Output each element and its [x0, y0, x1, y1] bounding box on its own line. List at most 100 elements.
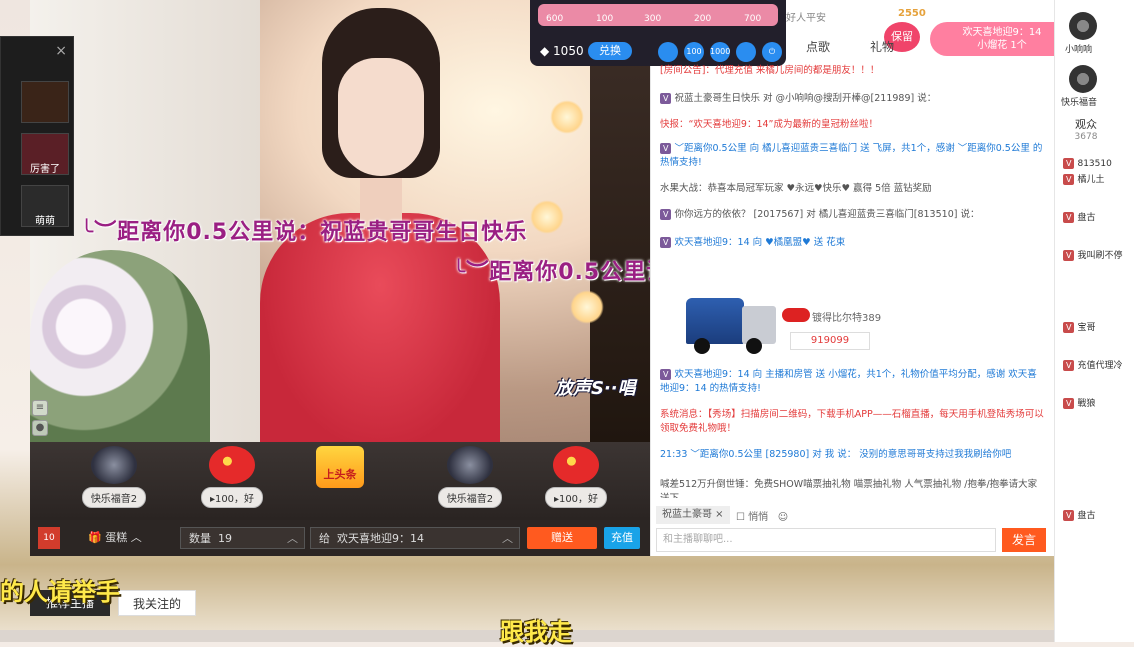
- streamer-dress: [260, 213, 500, 442]
- chat-target-label: 祝蓝土豪哥: [662, 509, 712, 520]
- gift-price: 200: [694, 14, 712, 24]
- audience-name: 宝哥: [1077, 323, 1096, 333]
- chat-message-text: 21:33 ﹀距离你0.5公里 [825980] 对 我 说： 没别的意思哥哥支…: [660, 449, 1012, 460]
- gift-price-row[interactable]: 600 100 300 200 700: [538, 4, 778, 26]
- gift-item[interactable]: 厉害了: [21, 133, 69, 175]
- video-mini-controls: ≡ ●: [32, 400, 50, 440]
- truck-gift-count: 919099: [790, 332, 870, 350]
- chat-message: 21:33 ﹀距离你0.5公里 [825980] 对 我 说： 没别的意思哥哥支…: [660, 448, 1045, 462]
- power-icon[interactable]: ⏻: [762, 42, 782, 62]
- promo-line: 小熘花 1个: [977, 40, 1027, 51]
- quantity-value: 19: [218, 532, 232, 545]
- tab-song-request[interactable]: 点歌: [806, 38, 830, 55]
- audience-row[interactable]: V 充值代理冷: [1063, 358, 1129, 372]
- close-icon[interactable]: ×: [55, 43, 67, 59]
- chat-message: 快报：“欢天喜地迎9：14”成为最新的皇冠粉丝啦！: [660, 119, 878, 130]
- chat-log[interactable]: [房间公告]：代理充值 来橘儿房间的都是朋友！！！ V 祝蓝土豪哥生日快乐 对 @…: [656, 62, 1048, 498]
- quantity-selector[interactable]: 数量 19 ︿: [180, 527, 305, 549]
- gift-label: 萌萌: [35, 216, 55, 227]
- chat-message: V 你你远方的依依？ [2017567] 对 橘儿喜迎蓝贵三喜临门[813510]…: [660, 208, 1045, 222]
- tab-following[interactable]: 我关注的: [118, 590, 196, 616]
- gift-price: 700: [744, 14, 762, 24]
- recharge-button[interactable]: 充值: [604, 527, 640, 549]
- level-badge: V: [660, 237, 672, 248]
- level-badge: V: [660, 143, 672, 154]
- left-gift-panel: × 厉害了 萌萌: [0, 36, 74, 236]
- gift-type-label: 蛋糕: [105, 531, 128, 544]
- quick-gift-tray: 600 100 300 200 700 ◆ 1050 兑换 100 1000 ⏻: [530, 0, 786, 66]
- audience-row[interactable]: V 我叫刷不停: [1063, 248, 1129, 262]
- level-badge: V: [1063, 250, 1075, 261]
- audience-top: 小响响 快乐福音: [1061, 12, 1097, 108]
- recipient-value: 欢天喜地迎9：14: [337, 532, 424, 545]
- video-lamp: [530, 200, 564, 234]
- tab-audience[interactable]: 观众 3678: [1055, 116, 1117, 142]
- chevron-up-icon: ︿: [287, 532, 298, 545]
- chat-message: 喊差512万升倒世锤：免费SHOW喵票抽礼物 喵票抽礼物 人气票抽礼物 /抱拳/…: [660, 479, 1038, 498]
- mic-icon[interactable]: ●: [32, 420, 48, 436]
- video-lamp: [570, 290, 604, 324]
- truck-gift-name: 镀得比尔特389: [812, 313, 882, 324]
- chat-message: [房间公告]：代理充值 来橘儿房间的都是朋友！！！: [660, 65, 880, 76]
- chevron-up-icon: ︿: [130, 531, 142, 544]
- truck-wheel: [746, 338, 762, 354]
- gift-slot[interactable]: 快乐福音2: [430, 446, 510, 514]
- gift-type-selector[interactable]: 🎁 蛋糕 ︿: [88, 527, 158, 549]
- audience-row[interactable]: V 橘儿土: [1063, 172, 1129, 186]
- level-badge: V: [1063, 212, 1075, 223]
- audience-name: 我叫刷不停: [1077, 251, 1123, 261]
- audience-row[interactable]: V 盘古: [1063, 210, 1129, 224]
- level-badge: V: [1063, 398, 1075, 409]
- audience-name: 813510: [1077, 159, 1112, 169]
- gift-slot[interactable]: 快乐福音2: [74, 446, 154, 514]
- avatar[interactable]: [1069, 12, 1097, 40]
- level-badge: V: [660, 209, 672, 220]
- fire-gift-icon[interactable]: [21, 81, 69, 123]
- gift-slot-label: ▸100，好: [544, 487, 608, 508]
- gift-slot[interactable]: ▸100，好: [192, 446, 272, 514]
- avatar[interactable]: [1069, 65, 1097, 93]
- promo-banner[interactable]: 欢天喜地迎9：14 小熘花 1个: [930, 22, 1074, 56]
- audience-row[interactable]: V 813510: [1063, 158, 1129, 172]
- audience-name: 盘古: [1077, 213, 1096, 223]
- top-user-name: 快乐福音: [1061, 98, 1098, 108]
- exchange-button[interactable]: 兑换: [588, 42, 632, 60]
- quick-gift-icon[interactable]: [736, 42, 756, 62]
- audience-row[interactable]: V 戰狼: [1063, 396, 1129, 410]
- wealth-badge[interactable]: 10: [38, 527, 60, 549]
- diamond-balance: ◆ 1050: [540, 44, 584, 58]
- safety-text: 好人平安: [786, 13, 826, 24]
- gift-item[interactable]: 萌萌: [21, 185, 69, 227]
- whisper-checkbox[interactable]: ☐ 悄悄 ☺: [736, 508, 788, 523]
- recipient-selector[interactable]: 给 欢天喜地迎9：14 ︿: [310, 527, 520, 549]
- gift-bar: 快乐福音2 ▸100，好 上头条 快乐福音2 ▸100，好: [30, 442, 650, 520]
- chat-message-text: 欢天喜地迎9：14 向 ♥橘凰盟♥ 送 花束: [674, 237, 846, 248]
- ring-icon: [447, 446, 493, 484]
- recipient-label: 给: [319, 532, 330, 545]
- tab-gifts[interactable]: 礼物: [870, 38, 894, 55]
- chat-message: V 祝蓝土豪哥生日快乐 对 @小响响@搜刮开棒@[211989] 说：: [660, 92, 1045, 106]
- truck-wheel: [694, 338, 710, 354]
- chat-target-tag[interactable]: 祝蓝土豪哥 ×: [656, 506, 730, 524]
- audience-tab-label: 观众: [1075, 118, 1097, 131]
- audience-name: 橘儿土: [1077, 175, 1105, 185]
- lyric-overlay: 的人请举手: [0, 578, 120, 606]
- gift-slot-label: 快乐福音2: [81, 487, 147, 508]
- gift-slot-label: 快乐福音2: [437, 487, 503, 508]
- quick-gift-count[interactable]: 100: [684, 42, 704, 62]
- gift-slot[interactable]: 上头条: [300, 446, 380, 514]
- send-chat-button[interactable]: 发言: [1002, 528, 1046, 552]
- brand-badge-icon: [782, 308, 810, 322]
- chat-message-text: 你你远方的依依？ [2017567] 对 橘儿喜迎蓝贵三喜临门[813510] …: [674, 209, 980, 220]
- send-gift-button[interactable]: 赠送: [527, 527, 597, 549]
- chat-input[interactable]: 和主播聊聊吧...: [656, 528, 996, 552]
- chevron-up-icon: ︿: [502, 532, 513, 545]
- audience-name: 充值代理冷: [1077, 361, 1123, 371]
- quick-gift-count[interactable]: 1000: [710, 42, 730, 62]
- audience-row[interactable]: V 宝哥: [1063, 320, 1129, 334]
- gift-slot[interactable]: ▸100，好: [536, 446, 616, 514]
- level-badge: V: [1063, 174, 1075, 185]
- menu-icon[interactable]: ≡: [32, 400, 48, 416]
- quick-gift-icon[interactable]: [658, 42, 678, 62]
- audience-row[interactable]: V 盘古: [1063, 508, 1129, 522]
